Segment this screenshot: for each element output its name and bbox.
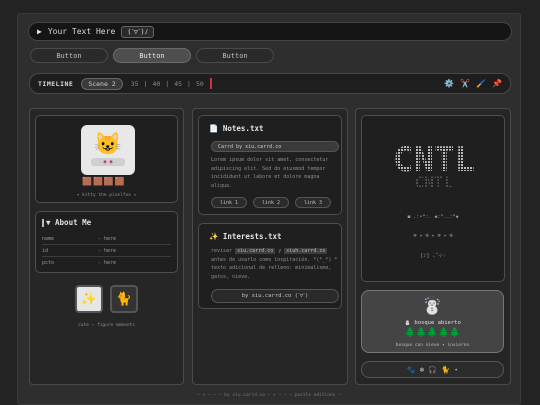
frame-label[interactable]: 35 [131, 80, 139, 88]
snow-title: ⛄ bosque abierto [404, 320, 461, 326]
button-3[interactable]: Button [196, 48, 274, 63]
snow-caption: bosque con nieve ✦ invierno [395, 343, 470, 348]
brush-icon[interactable]: 🖌️ [476, 79, 486, 88]
notes-input[interactable]: Carrd by xiu.carrd.co [211, 141, 339, 152]
section-marker [42, 219, 44, 227]
tool-icons: ⚙️ ✂️ 🖌️ 📌 [444, 79, 502, 88]
frame-label[interactable]: 50 [196, 80, 204, 88]
interests-text-pre: revisar [211, 248, 236, 254]
about-card: ▼ About Me name - here id - here pcto - … [35, 211, 178, 273]
cups-row: 🟫🟫🟫🟫 [82, 177, 126, 186]
middle-column: 📄 Notes.txt Carrd by xiu.carrd.co Lorem … [192, 108, 348, 385]
frame-label[interactable]: 45 [174, 80, 182, 88]
cat-accessory: ◉ ◉ [91, 158, 125, 166]
interests-text-mid: y [275, 248, 285, 254]
about-value: - here [98, 260, 117, 266]
icons-caption: cute ✧ figure moments [78, 323, 135, 328]
footer-text: — ✦ — ⋆ — by xiu.carrd.co — ✦ — ⋆ — past… [197, 393, 341, 398]
scissors-icon[interactable]: ✂️ [460, 79, 470, 88]
link-2-button[interactable]: link 2 [253, 197, 289, 208]
sparkle-icon: ✨ [80, 291, 98, 307]
title-text: Your Text Here [47, 27, 116, 36]
art-line-2: ❄ ✦ ❄ ✦ ❄ ✦ ❄ [413, 233, 453, 239]
kaomoji-badge: (ˊ▽ˋ)ﾉ [121, 25, 155, 38]
about-row: pcto - here [42, 260, 171, 268]
notes-card: 📄 Notes.txt Carrd by xiu.carrd.co Lorem … [198, 115, 342, 215]
trees-row: 🌲🌲🌲🌲🌲 [404, 328, 461, 338]
interests-link-2[interactable]: xiuh.carrd.co [284, 248, 328, 254]
about-title-text: ▼ About Me [46, 218, 92, 227]
timeline-bar: TIMELINE Scene 2 35 | 40 | 45 | 50 ⚙️ ✂️… [29, 73, 511, 94]
credit-pill[interactable]: by xiu.carrd.co (ˊ▽ˋ) [211, 289, 339, 303]
timeline-title: TIMELINE [38, 79, 74, 88]
cat-caption: ✦ kitty the pixelfox ✦ [76, 193, 137, 198]
link-3-button[interactable]: link 3 [295, 197, 331, 208]
interests-link-1[interactable]: xiu.carrd.co [235, 248, 276, 254]
about-value: - here [98, 248, 117, 254]
cat-portrait: 😺 ◉ ◉ [81, 125, 135, 175]
notes-title-text: Notes.txt [222, 124, 264, 133]
frame-markers: 35 | 40 | 45 | 50 [131, 80, 204, 88]
art-card: CNTL CNTL ◼ .:•*:. ◆:*..:*◆ ❄ ✦ ❄ ✦ ❄ ✦ … [361, 115, 505, 282]
frame-separator: | [165, 79, 170, 88]
about-key: id [42, 248, 49, 254]
about-row: id - here [42, 248, 171, 257]
playhead[interactable] [209, 78, 212, 89]
cat-icon-button[interactable]: 🐈 [110, 285, 138, 313]
left-column: 😺 ◉ ◉ 🟫🟫🟫🟫 ✦ kitty the pixelfox ✦ ▼ Abou… [29, 108, 184, 385]
frame-separator: | [143, 79, 148, 88]
frame-separator: | [187, 79, 191, 88]
about-key: pcto [42, 260, 55, 266]
notes-title: 📄 Notes.txt [209, 124, 264, 133]
button-1[interactable]: Button [30, 48, 108, 63]
settings-icon[interactable]: ⚙️ [444, 79, 454, 88]
pin-icon[interactable]: 📌 [492, 79, 502, 88]
icon-strip[interactable]: 🐾 ❄ 🎧 🐈 ⋆ [361, 361, 504, 378]
link-1-button[interactable]: link 1 [211, 197, 247, 208]
interests-card: ✨ Interests.txt revisar xiu.carrd.co y x… [198, 223, 342, 309]
about-title[interactable]: ▼ About Me [42, 218, 91, 227]
interests-text: revisar xiu.carrd.co y xiuh.carrd.co ant… [211, 247, 339, 281]
pixel-art-logo: CNTL CNTL [393, 140, 475, 192]
snow-card: ☃️ ⛄ bosque abierto 🌲🌲🌲🌲🌲 bosque con nie… [361, 290, 504, 353]
about-key: name [42, 236, 55, 242]
button-2[interactable]: Button [113, 48, 191, 63]
art-line-1: ◼ .:•*:. ◆:*..:*◆ [407, 214, 459, 220]
art-line-3: [♪] ₊˚⊹♡ [420, 253, 446, 259]
cat-icon: 😺 [94, 132, 122, 157]
snowman-icon: ☃️ [421, 296, 444, 316]
about-value: - here [98, 236, 117, 242]
interests-text-post: antes de usarlo como inspiración. *(*_*)… [211, 256, 338, 280]
about-row: name - here [42, 236, 171, 245]
scene-selector[interactable]: Scene 2 [81, 77, 123, 90]
interests-title-text: Interests.txt [222, 232, 282, 241]
cat-card: 😺 ◉ ◉ 🟫🟫🟫🟫 ✦ kitty the pixelfox ✦ [35, 115, 178, 203]
notes-text: Lorem ipsum dolor sit amet, consectetur … [211, 157, 329, 189]
cat-icon: 🐈 [115, 291, 133, 307]
sparkle-icon-button[interactable]: ✨ [75, 285, 103, 313]
title-bar[interactable]: ▶ Your Text Here (ˊ▽ˋ)ﾉ [28, 22, 512, 41]
right-column: CNTL CNTL ◼ .:•*:. ◆:*..:*◆ ❄ ✦ ❄ ✦ ❄ ✦ … [355, 108, 511, 385]
art-reflection: CNTL [415, 173, 454, 192]
play-icon[interactable]: ▶ [37, 27, 42, 36]
interests-title: ✨ Interests.txt [209, 232, 282, 241]
button-row: Button Button Button [30, 48, 274, 63]
frame-label[interactable]: 40 [152, 80, 160, 88]
